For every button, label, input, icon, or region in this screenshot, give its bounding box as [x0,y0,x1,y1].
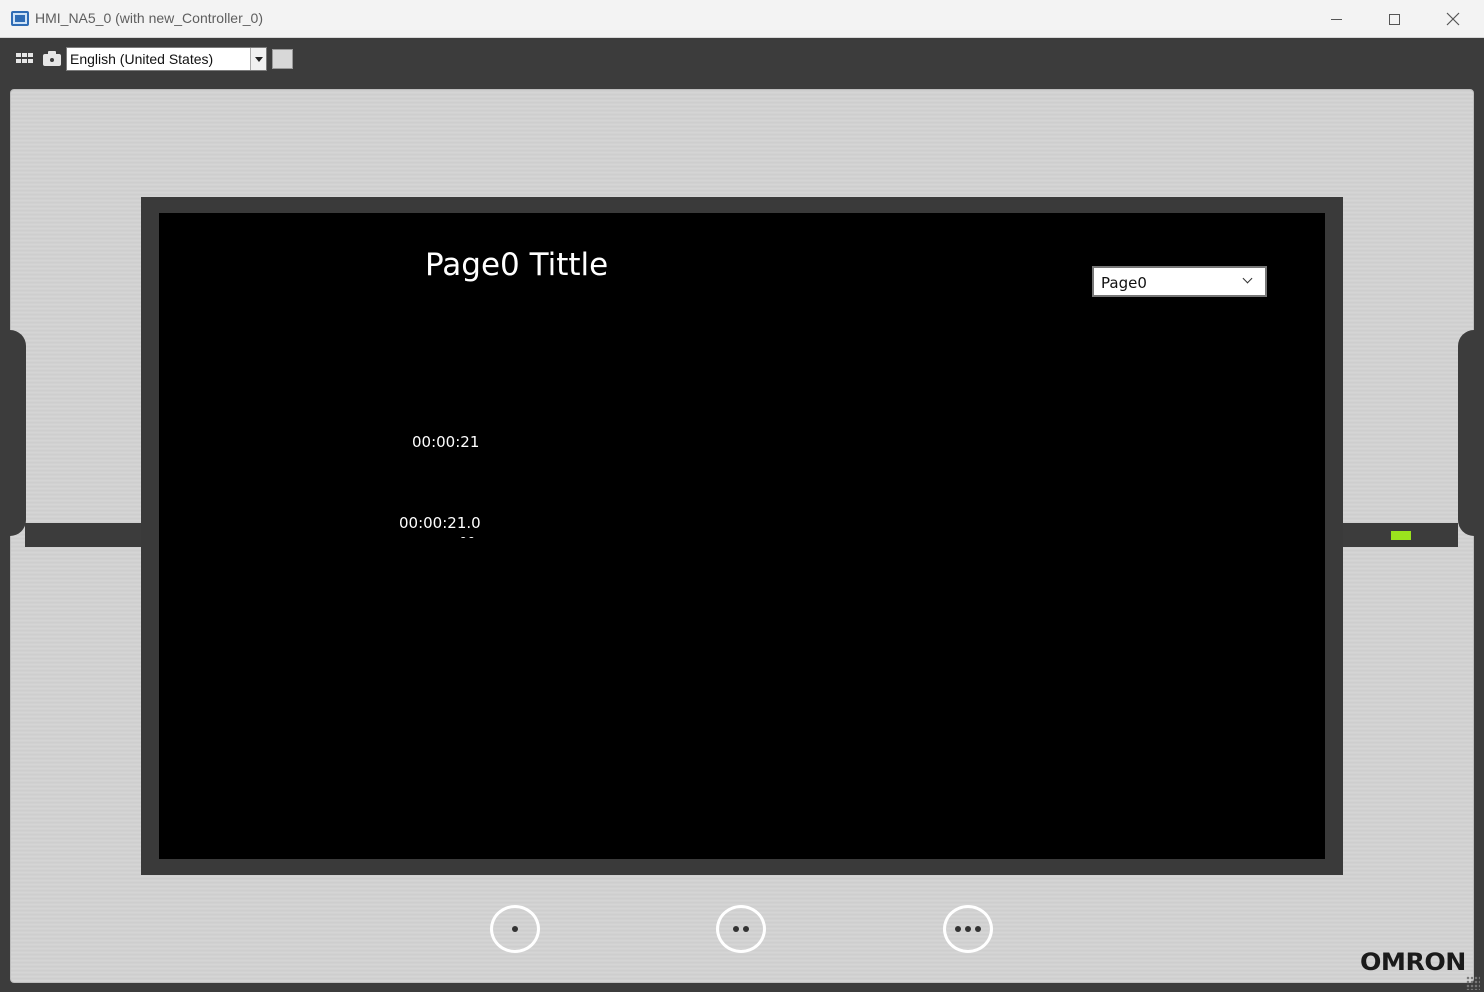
function-key-2[interactable] [716,905,766,953]
window-titlebar: HMI_NA5_0 (with new_Controller_0) [0,0,1484,38]
bezel-notch-right [1458,330,1474,536]
maximize-icon [1388,13,1400,25]
time-display-2: 00:00:21.0 [399,514,481,532]
maximize-button[interactable] [1365,0,1423,38]
dot-icon [743,926,749,932]
language-select[interactable]: English (United States) [66,47,267,71]
page-title: Page0 Tittle [425,247,609,283]
bezel-bar-left [25,523,142,547]
camera-icon[interactable] [41,49,63,69]
toolbar-square-button[interactable] [272,49,293,69]
function-key-1[interactable] [490,905,540,953]
app-icon [11,11,29,26]
hmi-screen [159,213,1325,859]
status-led [1391,531,1411,540]
time-display-1: 00:00:21 [412,433,480,451]
dot-icon [733,926,739,932]
chevron-down-icon [1242,273,1253,284]
function-key-3[interactable] [943,905,993,953]
language-select-value: English (United States) [70,51,214,67]
brand-logo: OMRON [1360,948,1466,976]
bezel-notch-left [10,330,26,536]
page-select[interactable]: Page0 [1092,266,1267,297]
dot-icon [965,926,971,932]
dot-icon [975,926,981,932]
keypad-icon[interactable] [14,49,36,69]
dot-icon [955,926,961,932]
dot-icon [512,926,518,932]
close-button[interactable] [1424,0,1482,38]
window-title: HMI_NA5_0 (with new_Controller_0) [35,10,263,26]
page-select-value: Page0 [1101,274,1147,292]
time-display-2-overflow: 00 [459,537,475,540]
close-icon [1446,12,1460,26]
minimize-icon [1330,18,1342,20]
minimize-button[interactable] [1307,0,1365,38]
chevron-down-icon[interactable] [250,48,266,70]
resize-grip[interactable] [1466,976,1480,990]
